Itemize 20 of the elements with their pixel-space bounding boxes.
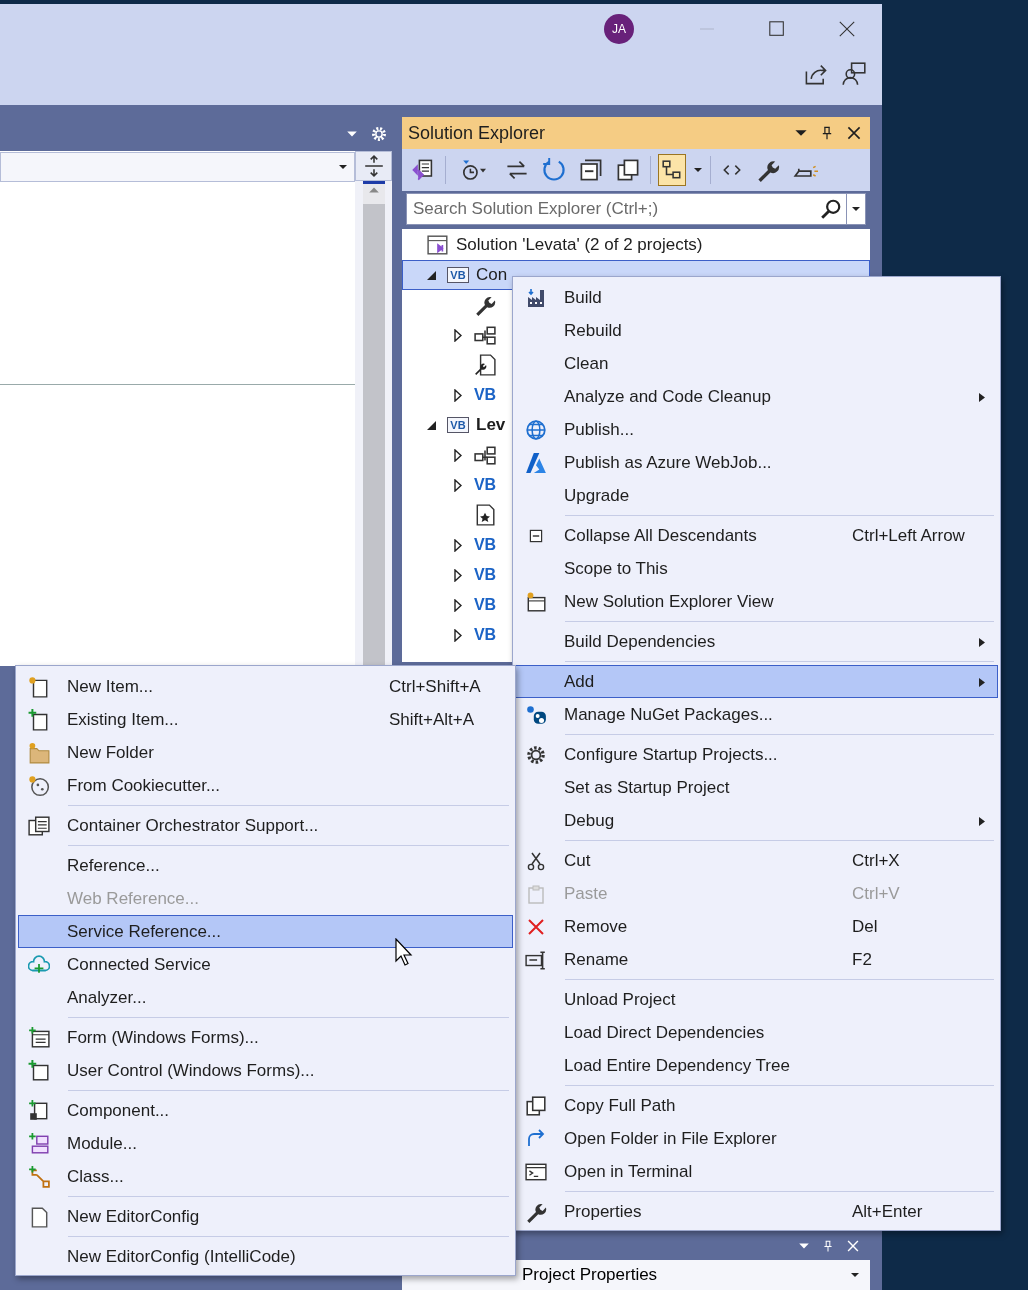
shortcut-text: Ctrl+V — [852, 883, 900, 904]
project-icon: VB — [447, 267, 469, 283]
shortcut-text: Ctrl+X — [852, 850, 900, 871]
file-type-text: VB — [473, 386, 497, 404]
file-type-text: VB — [473, 536, 497, 554]
project-icon: VB — [447, 417, 469, 433]
tree-item-label: Lev — [476, 415, 506, 435]
panel-title: Solution Explorer — [408, 122, 547, 144]
file-type-text: VB — [473, 476, 497, 494]
file-type-text: VB — [473, 626, 497, 644]
file-type-text: VB — [473, 566, 497, 584]
shortcut-text: Shift+Alt+A — [389, 709, 475, 730]
shortcut-text: Del — [852, 916, 878, 937]
file-type-text: VB — [473, 596, 497, 614]
shortcut-text: Alt+Enter — [852, 1201, 923, 1222]
shortcut-text: F2 — [852, 949, 872, 970]
shortcut-text: Ctrl+Left Arrow — [852, 525, 965, 546]
tree-item-label: Solution 'Levata' (2 of 2 projects) — [456, 235, 703, 255]
shortcut-text: Ctrl+Shift+A — [389, 676, 481, 697]
tree-item-label: Con — [476, 265, 508, 285]
